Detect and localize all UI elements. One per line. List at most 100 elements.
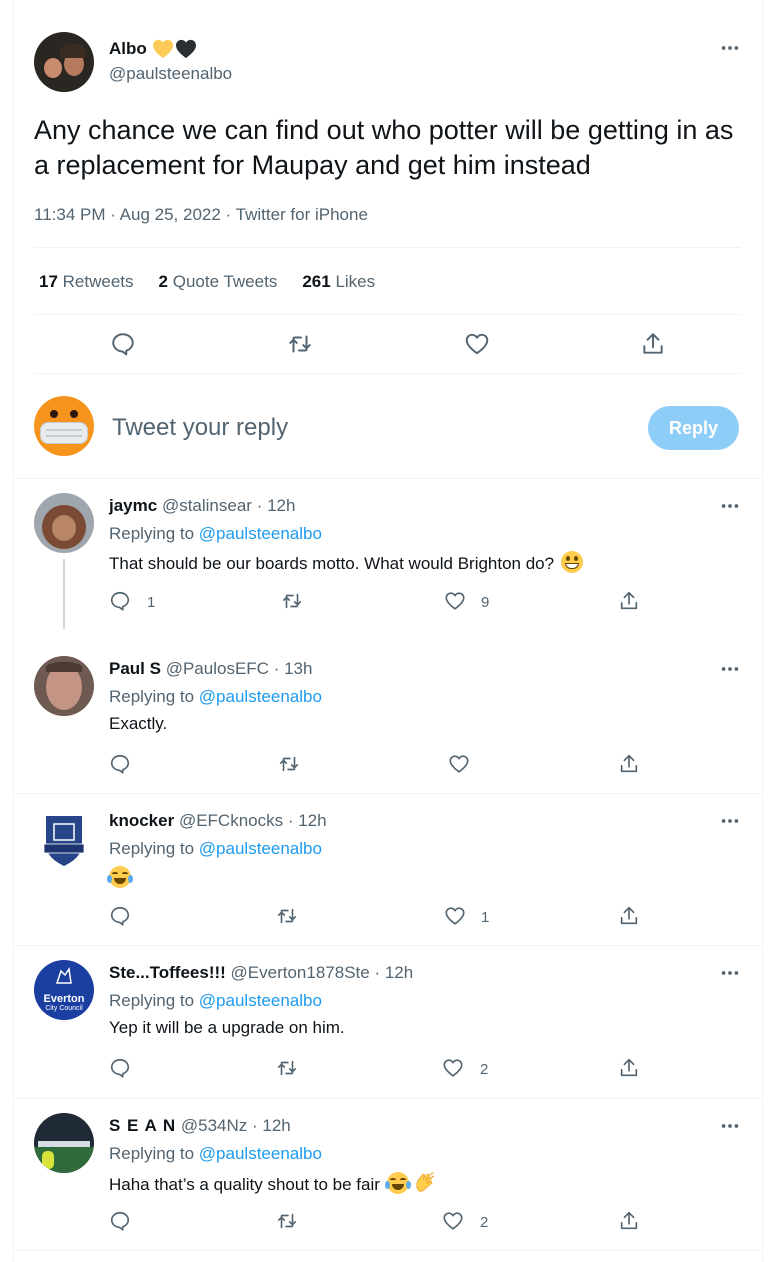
more-icon[interactable] [719, 962, 741, 984]
reply-author-handle[interactable]: @534Nz [181, 1116, 247, 1135]
replying-to-label: Replying to [109, 1144, 195, 1163]
reply-author-name[interactable]: Paul S [109, 659, 161, 678]
quotes-label: Quote Tweets [172, 272, 278, 291]
divider [13, 478, 763, 479]
reply-avatar[interactable] [34, 656, 94, 716]
replying-to: Replying to @paulsteenalbo [109, 839, 322, 859]
reply-avatar[interactable] [34, 808, 94, 868]
like-icon[interactable] [442, 1210, 464, 1232]
like-icon[interactable] [444, 590, 466, 612]
reply-author-name[interactable]: jaymc [109, 496, 157, 515]
retweet-icon[interactable] [278, 753, 300, 775]
reply-icon[interactable] [109, 905, 131, 927]
like-count: 9 [481, 594, 490, 611]
divider [34, 373, 741, 374]
reply-icon[interactable] [109, 1057, 131, 1079]
reply-author-handle[interactable]: @EFCknocks [179, 811, 283, 830]
reply-button[interactable]: Reply [648, 406, 739, 450]
reply-author-handle[interactable]: @Everton1878Ste [231, 963, 370, 982]
replying-to-link[interactable]: @paulsteenalbo [199, 839, 322, 858]
retweet-icon[interactable] [276, 1057, 298, 1079]
reply-text-row: That should be our boards motto. What wo… [109, 551, 583, 574]
reply-icon[interactable] [109, 590, 131, 612]
more-icon[interactable] [719, 37, 741, 59]
reply-time[interactable]: · 12h [288, 811, 327, 830]
replying-to: Replying to @paulsteenalbo [109, 687, 322, 707]
user-avatar[interactable] [34, 396, 94, 456]
reply-time[interactable]: · 12h [257, 496, 296, 515]
reply-composer-input[interactable]: Tweet your reply [112, 414, 288, 442]
author-avatar[interactable] [34, 32, 94, 92]
more-icon[interactable] [719, 495, 741, 517]
retweet-icon[interactable] [276, 905, 298, 927]
replying-to: Replying to @paulsteenalbo [109, 991, 322, 1011]
replying-to-link[interactable]: @paulsteenalbo [199, 687, 322, 706]
like-icon[interactable] [444, 905, 466, 927]
reply-icon[interactable] [109, 1210, 131, 1232]
reply-header: Paul S @PaulosEFC · 13h [109, 659, 312, 679]
like-icon[interactable] [448, 753, 470, 775]
reply-text: That should be our boards motto. What wo… [109, 554, 555, 573]
replying-to-label: Replying to [109, 991, 195, 1010]
reply-text: Haha that’s a quality shout to be fair [109, 1175, 380, 1194]
author-name[interactable]: Albo [109, 39, 147, 59]
tweet-meta[interactable]: 11:34 PM · Aug 25, 2022 · Twitter for iP… [34, 205, 368, 225]
reply-header: Ste...Toffees!!! @Everton1878Ste · 12h [109, 963, 413, 983]
quotes-stat[interactable]: 2 Quote Tweets [159, 272, 278, 292]
tears-of-joy-emoji [107, 866, 133, 888]
reply-time[interactable]: · 12h [252, 1116, 291, 1135]
replying-to-link[interactable]: @paulsteenalbo [199, 524, 322, 543]
reply-author-name[interactable]: knocker [109, 811, 174, 830]
reply-icon[interactable] [110, 331, 136, 357]
divider [13, 1250, 763, 1251]
reply-time[interactable]: · 12h [374, 963, 413, 982]
share-icon[interactable] [618, 753, 640, 775]
author-handle[interactable]: @paulsteenalbo [109, 64, 232, 84]
more-icon[interactable] [719, 658, 741, 680]
more-icon[interactable] [719, 810, 741, 832]
reply-avatar[interactable] [34, 493, 94, 553]
reply-author-handle[interactable]: @PaulosEFC [166, 659, 269, 678]
share-icon[interactable] [618, 1210, 640, 1232]
share-icon[interactable] [618, 905, 640, 927]
share-icon[interactable] [618, 590, 640, 612]
reply-text-row [107, 866, 133, 889]
retweets-stat[interactable]: 17 Retweets [39, 272, 134, 292]
reply-header: S E A N @534Nz · 12h [109, 1116, 291, 1136]
replying-to-link[interactable]: @paulsteenalbo [199, 1144, 322, 1163]
share-icon[interactable] [640, 331, 666, 357]
share-icon[interactable] [618, 1057, 640, 1079]
tweet-text: Any chance we can find out who potter wi… [34, 115, 734, 180]
reply-header: knocker @EFCknocks · 12h [109, 811, 327, 831]
reply-header: jaymc @stalinsear · 12h [109, 496, 295, 516]
likes-stat[interactable]: 261 Likes [302, 272, 375, 292]
replying-to: Replying to @paulsteenalbo [109, 1144, 322, 1164]
divider [13, 1098, 763, 1099]
reply-author-handle[interactable]: @stalinsear [162, 496, 252, 515]
reply-author-name[interactable]: S E A N [109, 1116, 176, 1135]
reply-time[interactable]: · 13h [274, 659, 313, 678]
author-name-row: Albo [109, 38, 197, 60]
thread-line [63, 559, 65, 629]
reply-avatar[interactable]: Everton City Council [34, 960, 94, 1020]
retweet-icon[interactable] [281, 590, 303, 612]
reply-author-name[interactable]: Ste...Toffees!!! [109, 963, 226, 982]
quotes-count: 2 [158, 272, 168, 291]
reply-avatar[interactable] [34, 1113, 94, 1173]
tears-of-joy-emoji [384, 1172, 411, 1194]
more-icon[interactable] [719, 1115, 741, 1137]
retweet-icon[interactable] [276, 1210, 298, 1232]
divider [34, 314, 741, 315]
like-count: 1 [481, 909, 490, 926]
divider [13, 793, 763, 794]
like-icon[interactable] [464, 331, 490, 357]
like-icon[interactable] [442, 1057, 464, 1079]
reply-icon[interactable] [109, 753, 131, 775]
retweet-icon[interactable] [287, 331, 313, 357]
avatar-subtext: City Council [45, 1005, 83, 1012]
replying-to: Replying to @paulsteenalbo [109, 524, 322, 544]
reply-text: Yep it will be a upgrade on him. [109, 1018, 345, 1037]
avatar-text: Everton [43, 993, 85, 1005]
replying-to-label: Replying to [109, 687, 195, 706]
replying-to-link[interactable]: @paulsteenalbo [199, 991, 322, 1010]
